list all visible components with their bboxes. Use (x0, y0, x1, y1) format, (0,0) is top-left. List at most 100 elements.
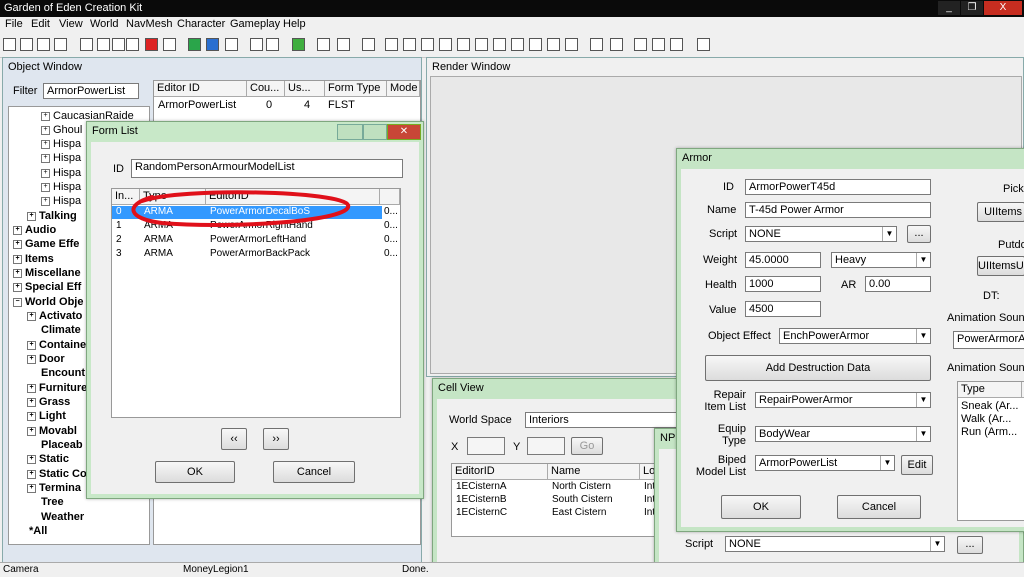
tool-d-icon[interactable] (439, 38, 452, 51)
menu-navmesh[interactable]: NavMesh (126, 18, 172, 30)
maximize-button[interactable]: ❐ (961, 1, 983, 15)
tool-m-icon[interactable] (610, 38, 623, 51)
grid-icon[interactable] (126, 38, 139, 51)
column-header[interactable]: Name (548, 464, 640, 480)
tree-item[interactable]: + Containe (27, 339, 86, 351)
armor-name-input[interactable]: T-45d Power Armor (745, 202, 931, 218)
object-effect-select[interactable]: EnchPowerArmor ▼ (779, 328, 931, 344)
light-icon[interactable] (250, 38, 263, 51)
table-row[interactable]: 1ECisternB South Cistern Int (452, 494, 680, 507)
x-input[interactable] (467, 437, 505, 455)
world-space-select[interactable]: Interiors (525, 412, 679, 428)
minimize-button[interactable]: _ (938, 1, 960, 15)
armor-cancel-button[interactable]: Cancel (837, 495, 921, 519)
save-all-icon[interactable] (54, 38, 67, 51)
column-header[interactable]: Type (958, 382, 1022, 398)
tree-item[interactable]: + Game Effe (13, 238, 79, 250)
tool-i-icon[interactable] (529, 38, 542, 51)
tree-item[interactable]: + Hispa (41, 167, 81, 179)
filter-input[interactable]: ArmorPowerList (43, 83, 139, 99)
table-row[interactable]: ArmorPowerList 0 4 FLST (154, 98, 420, 112)
tree-item[interactable]: + Grass (27, 396, 70, 408)
repair-item-list-select[interactable]: RepairPowerArmor ▼ (755, 392, 931, 408)
move-up-button[interactable]: ‹‹ (221, 428, 247, 450)
tool-g-icon[interactable] (493, 38, 506, 51)
menu-character[interactable]: Character (177, 18, 225, 30)
form-list-ok-button[interactable]: OK (155, 461, 235, 483)
leaf-icon[interactable] (292, 38, 305, 51)
dialog-maximize-button[interactable] (363, 124, 387, 140)
tool-e-icon[interactable] (457, 38, 470, 51)
form-list-id-input[interactable]: RandomPersonArmourModelList (131, 159, 403, 178)
tree-item[interactable]: Tree (41, 496, 64, 508)
tree-item[interactable]: Placeab (41, 439, 83, 451)
list-item[interactable]: Walk (Ar... (961, 413, 1011, 425)
new-icon[interactable] (3, 38, 16, 51)
menu-view[interactable]: View (59, 18, 83, 30)
armor-id-input[interactable]: ArmorPowerT45d (745, 179, 931, 195)
table-row[interactable]: 3 ARMA PowerArmorBackPack 0... (112, 248, 400, 261)
tree-item[interactable]: + Ghoul (41, 124, 82, 136)
list-item[interactable]: Run (Arm... (961, 426, 1017, 438)
tree-item[interactable]: + Hispa (41, 195, 81, 207)
tree-item[interactable]: + Talking (27, 210, 77, 222)
menu-help[interactable]: Help (283, 18, 306, 30)
tree-item[interactable]: − World Obje (13, 296, 83, 308)
tool-p-icon[interactable] (670, 38, 683, 51)
tree-item[interactable]: + Hispa (41, 181, 81, 193)
tree-item[interactable]: + Hispa (41, 152, 81, 164)
tool-b-icon[interactable] (403, 38, 416, 51)
animation-sound-select[interactable]: PowerArmorAu (953, 331, 1024, 349)
tool-l-icon[interactable] (590, 38, 603, 51)
tree-item[interactable]: + Miscellane (13, 267, 81, 279)
npc-script-more-button[interactable]: ... (957, 536, 983, 554)
tool-n-icon[interactable] (634, 38, 647, 51)
list-item[interactable]: Sneak (Ar... (961, 400, 1018, 412)
save-icon[interactable] (37, 38, 50, 51)
tree-item[interactable]: + Special Eff (13, 281, 81, 293)
ar-input[interactable]: 0.00 (865, 276, 931, 292)
list-icon[interactable] (697, 38, 710, 51)
speech-icon[interactable] (317, 38, 330, 51)
tree-item[interactable]: Climate (41, 324, 81, 336)
biped-edit-button[interactable]: Edit (901, 455, 933, 475)
weight-input[interactable]: 45.0000 (745, 252, 821, 268)
tool-c-icon[interactable] (421, 38, 434, 51)
armor-script-more-button[interactable]: ... (907, 225, 931, 243)
biped-model-list-select[interactable]: ArmorPowerList ▼ (755, 455, 895, 471)
put-down-sound-button[interactable]: UIItemsU (977, 256, 1024, 276)
column-header[interactable]: Us... (285, 81, 325, 97)
equip-type-select[interactable]: BodyWear ▼ (755, 426, 931, 442)
tree-item[interactable]: + Light (27, 410, 66, 422)
tree-item[interactable]: + Items (13, 253, 54, 265)
sky-icon[interactable] (266, 38, 279, 51)
menu-world[interactable]: World (90, 18, 119, 30)
column-header[interactable]: EditorID (452, 464, 548, 480)
landscape-icon[interactable] (188, 38, 201, 51)
navmesh-icon[interactable] (362, 38, 375, 51)
armor-ok-button[interactable]: OK (721, 495, 801, 519)
markers-icon[interactable] (225, 38, 238, 51)
column-header[interactable]: Cou... (247, 81, 285, 97)
armor-script-select[interactable]: NONE ▼ (745, 226, 897, 242)
menu-file[interactable]: File (5, 18, 23, 30)
tool-a-icon[interactable] (385, 38, 398, 51)
go-button[interactable]: Go (571, 437, 603, 455)
table-row[interactable]: 1ECisternA North Cistern Int (452, 481, 680, 494)
open-icon[interactable] (20, 38, 33, 51)
snap-icon[interactable] (145, 38, 158, 51)
redo-icon[interactable] (97, 38, 110, 51)
tree-item[interactable]: + Audio (13, 224, 56, 236)
tool-o-icon[interactable] (652, 38, 665, 51)
tool-f-icon[interactable] (475, 38, 488, 51)
add-destruction-data-button[interactable]: Add Destruction Data (705, 355, 931, 381)
cut-icon[interactable] (112, 38, 125, 51)
value-input[interactable]: 4500 (745, 301, 821, 317)
menu-gameplay[interactable]: Gameplay (230, 18, 280, 30)
close-button[interactable]: X (984, 1, 1022, 15)
dialog-minimize-button[interactable] (337, 124, 363, 140)
y-input[interactable] (527, 437, 565, 455)
tree-item[interactable]: + Door (27, 353, 65, 365)
dialog-close-button[interactable]: ✕ (387, 124, 421, 140)
column-header[interactable]: Form Type (325, 81, 387, 97)
